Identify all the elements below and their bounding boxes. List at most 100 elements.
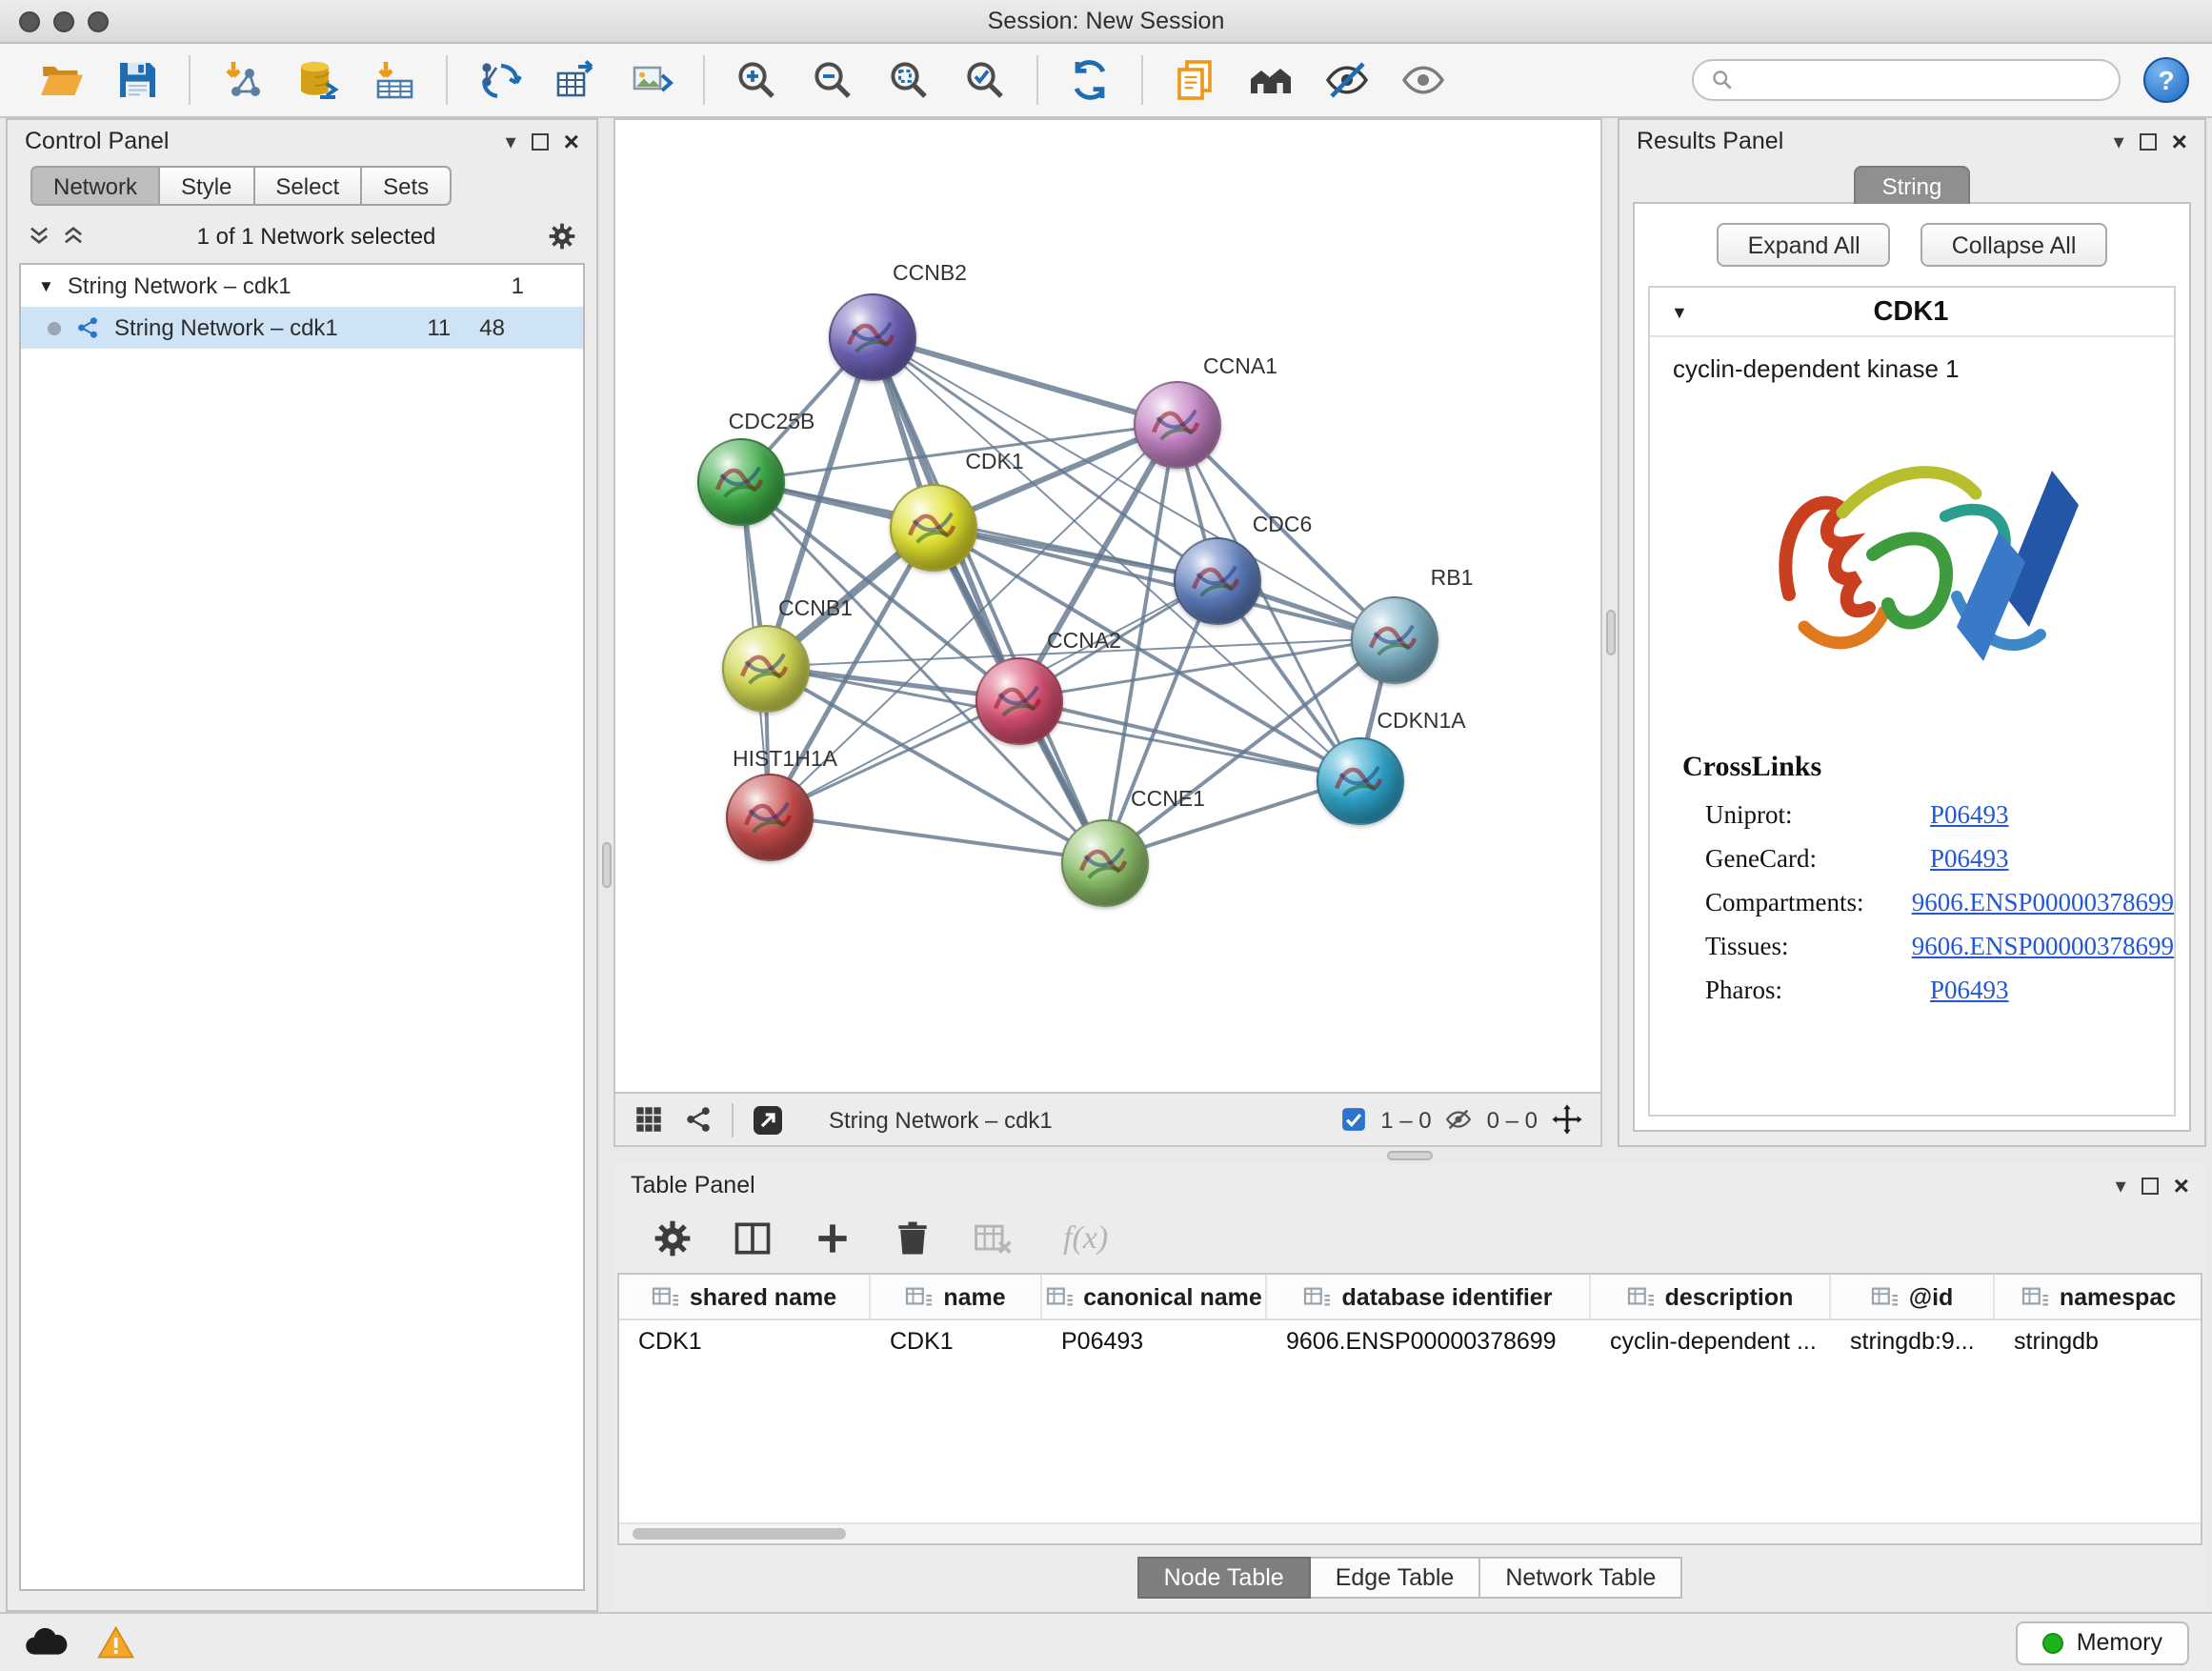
collapse-all-button[interactable]: Collapse All <box>1921 223 2107 267</box>
import-network-from-database-button[interactable] <box>290 51 347 109</box>
warning-icon[interactable] <box>97 1625 134 1660</box>
column-header-shared-name[interactable]: shared name <box>619 1275 871 1319</box>
section-collapse-icon[interactable]: ▼ <box>1671 302 1688 321</box>
collapse-all-networks-icon[interactable] <box>61 223 86 248</box>
import-network-from-file-button[interactable] <box>213 51 271 109</box>
import-table-from-file-button[interactable] <box>366 51 423 109</box>
search-input[interactable] <box>1745 67 2101 93</box>
tab-string[interactable]: String <box>1854 166 1971 204</box>
node-CCNB1[interactable] <box>722 625 810 713</box>
node-CDC6[interactable] <box>1174 537 1261 625</box>
node-CCNA2[interactable] <box>975 657 1063 745</box>
zoom-selected-button[interactable] <box>956 51 1014 109</box>
zoom-fit-content-button[interactable] <box>880 51 937 109</box>
splitter-handle[interactable] <box>1605 610 1615 655</box>
tab-network[interactable]: Network <box>30 166 160 206</box>
column-label: name <box>943 1283 1005 1310</box>
node-RB1[interactable] <box>1351 596 1438 684</box>
search-box[interactable] <box>1692 59 2121 101</box>
splitter-handle[interactable] <box>1387 1151 1433 1160</box>
column-header-namespac[interactable]: namespac <box>1995 1275 2202 1319</box>
node-CDC25B[interactable] <box>697 438 785 526</box>
help-button[interactable]: ? <box>2143 57 2189 103</box>
node-CDKN1A[interactable] <box>1317 737 1404 825</box>
tab-edge-table[interactable]: Edge Table <box>1311 1557 1481 1599</box>
tab-network-table[interactable]: Network Table <box>1480 1557 1682 1599</box>
network-canvas[interactable]: CCNB2CCNA1CDC25BCDK1CDC6RB1CCNB1CCNA2CDK… <box>615 120 1600 1092</box>
maximize-window-button[interactable] <box>88 10 109 31</box>
zoom-out-button[interactable] <box>804 51 861 109</box>
refresh-view-button[interactable] <box>1061 51 1118 109</box>
new-network-from-selection-button[interactable] <box>471 51 528 109</box>
panel-menu-icon[interactable]: ▾ <box>2116 1173 2126 1198</box>
expand-all-button[interactable]: Expand All <box>1718 223 1891 267</box>
panel-float-icon[interactable] <box>532 132 549 150</box>
panel-menu-icon[interactable]: ▾ <box>506 129 516 153</box>
crosslink-value-link[interactable]: P06493 <box>1930 975 2009 1005</box>
crosslink-value-link[interactable]: P06493 <box>1930 843 2009 874</box>
crosslink-value-link[interactable]: 9606.ENSP00000378699 <box>1912 887 2174 917</box>
show-columns-icon[interactable] <box>732 1218 774 1259</box>
column-icon <box>1627 1284 1656 1309</box>
panel-float-icon[interactable] <box>2140 132 2157 150</box>
network-overview-icon[interactable] <box>682 1103 714 1136</box>
gene-section-header[interactable]: ▼ CDK1 <box>1650 288 2174 337</box>
show-graphics-details-button[interactable] <box>1395 51 1452 109</box>
delete-column-icon[interactable] <box>892 1218 934 1259</box>
node-CDK1[interactable] <box>890 484 977 572</box>
hidden-eye-icon[interactable] <box>1445 1105 1474 1134</box>
tab-style[interactable]: Style <box>160 166 254 206</box>
panel-menu-icon[interactable]: ▾ <box>2114 129 2124 153</box>
table-row[interactable]: CDK1CDK1P064939606.ENSP00000378699cyclin… <box>619 1320 2201 1362</box>
node-CCNE1[interactable] <box>1061 819 1149 907</box>
results-panel-splitter[interactable] <box>1602 118 1618 1147</box>
export-image-button[interactable] <box>623 51 680 109</box>
tab-sets[interactable]: Sets <box>362 166 452 206</box>
export-table-button[interactable] <box>547 51 604 109</box>
close-window-button[interactable] <box>19 10 40 31</box>
network-collection-row[interactable]: ▼ String Network – cdk1 1 <box>21 265 583 307</box>
panel-float-icon[interactable] <box>2142 1177 2159 1194</box>
horizontal-scrollbar[interactable] <box>619 1522 2201 1543</box>
fit-selection-icon[interactable] <box>1551 1103 1583 1136</box>
panel-close-icon[interactable]: × <box>2172 128 2187 154</box>
left-panel-splitter[interactable] <box>598 118 613 1612</box>
expand-all-networks-icon[interactable] <box>27 223 51 248</box>
scrollbar-thumb[interactable] <box>633 1528 846 1540</box>
open-session-button[interactable] <box>32 51 90 109</box>
network-row[interactable]: String Network – cdk1 11 48 <box>21 307 583 349</box>
column-header-canonical-name[interactable]: canonical name <box>1042 1275 1267 1319</box>
save-session-button[interactable] <box>109 51 166 109</box>
tab-node-table[interactable]: Node Table <box>1137 1557 1311 1599</box>
network-options-gear-icon[interactable] <box>547 220 577 251</box>
selected-checkbox-icon[interactable] <box>1338 1105 1367 1134</box>
duplicate-page-button[interactable] <box>1166 51 1223 109</box>
collapse-triangle-icon[interactable]: ▼ <box>38 276 54 295</box>
crosslink-value-link[interactable]: P06493 <box>1930 799 2009 830</box>
minimize-window-button[interactable] <box>53 10 74 31</box>
column-header-description[interactable]: description <box>1591 1275 1831 1319</box>
memory-button[interactable]: Memory <box>2016 1621 2189 1664</box>
cloud-icon[interactable] <box>23 1625 70 1660</box>
results-panel-title: Results Panel <box>1637 128 1783 154</box>
crosslink-label: Uniprot: <box>1705 799 1930 830</box>
birdseye-view-button[interactable] <box>1242 51 1299 109</box>
open-in-new-window-icon[interactable] <box>751 1102 785 1137</box>
add-column-icon[interactable] <box>812 1218 854 1259</box>
crosslink-value-link[interactable]: 9606.ENSP00000378699 <box>1912 931 2174 961</box>
tab-select[interactable]: Select <box>254 166 362 206</box>
node-CCNB2[interactable] <box>829 293 916 381</box>
node-HIST1H1A[interactable] <box>726 774 814 861</box>
splitter-handle[interactable] <box>601 842 611 888</box>
panel-close-icon[interactable]: × <box>2174 1172 2189 1198</box>
column-header-database-identifier[interactable]: database identifier <box>1267 1275 1591 1319</box>
node-CCNA1[interactable] <box>1134 381 1221 469</box>
table-panel-splitter[interactable] <box>613 1147 2206 1164</box>
zoom-in-button[interactable] <box>728 51 785 109</box>
table-options-gear-icon[interactable] <box>652 1218 694 1259</box>
hide-graphics-details-button[interactable] <box>1318 51 1376 109</box>
column-header--id[interactable]: @id <box>1831 1275 1995 1319</box>
column-header-name[interactable]: name <box>871 1275 1042 1319</box>
grid-view-icon[interactable] <box>633 1103 665 1136</box>
panel-close-icon[interactable]: × <box>564 128 579 154</box>
